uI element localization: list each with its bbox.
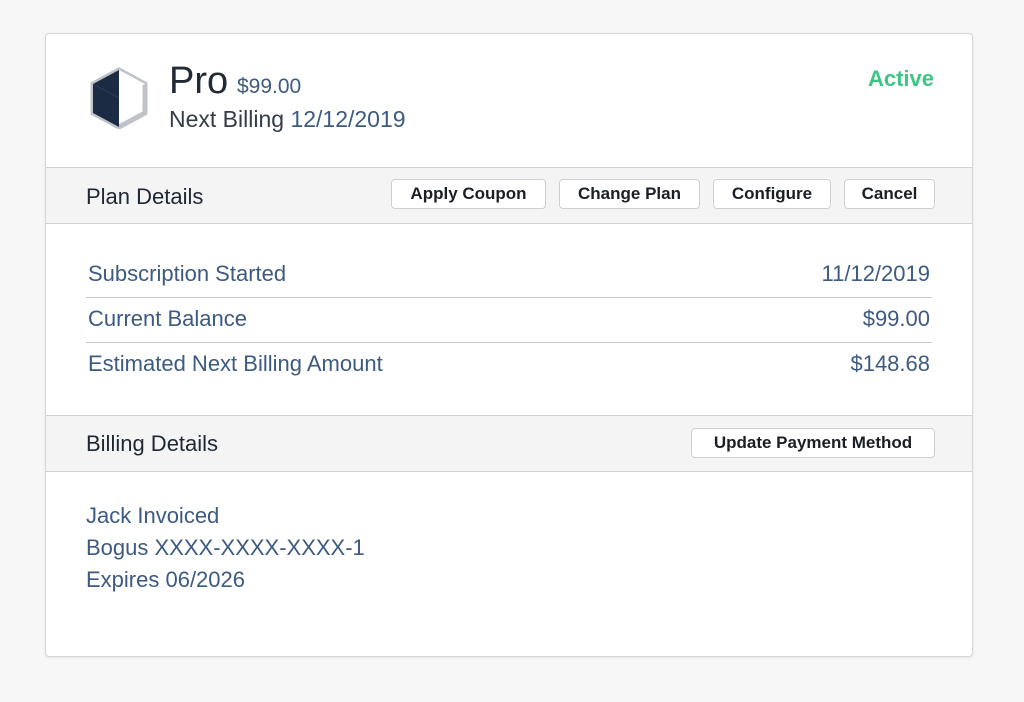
configure-button[interactable]: Configure (713, 179, 831, 209)
status-badge: Active (867, 66, 934, 91)
cube-icon (90, 67, 148, 129)
next-billing-label: Next Billing (169, 106, 285, 132)
detail-row: Estimated Next Billing Amount $148.68 (86, 344, 932, 387)
plan-details-title: Plan Details (86, 184, 204, 209)
detail-value: 11/12/2019 (821, 261, 930, 286)
plan-name: Pro (169, 60, 229, 102)
billing-details-bar: Billing Details Update Payment Method (46, 415, 972, 472)
billing-card: Bogus XXXX-XXXX-XXXX-1 (86, 535, 365, 560)
apply-coupon-button[interactable]: Apply Coupon (391, 179, 546, 209)
detail-label: Current Balance (88, 306, 247, 331)
detail-row: Current Balance $99.00 (86, 299, 932, 343)
next-billing: Next Billing 12/12/2019 (169, 104, 406, 134)
next-billing-date: 12/12/2019 (290, 106, 406, 132)
change-plan-button[interactable]: Change Plan (559, 179, 700, 209)
update-payment-method-button[interactable]: Update Payment Method (691, 428, 935, 458)
detail-value: $148.68 (850, 351, 930, 376)
plan-details-bar: Plan Details Apply Coupon Change Plan Co… (46, 168, 972, 224)
billing-info: Jack Invoiced Bogus XXXX-XXXX-XXXX-1 Exp… (86, 500, 365, 596)
subscription-header: Pro $99.00 Next Billing 12/12/2019 Activ… (46, 34, 972, 168)
plan-details-list: Subscription Started 11/12/2019 Current … (86, 254, 932, 387)
detail-label: Subscription Started (88, 261, 287, 286)
billing-name: Jack Invoiced (86, 503, 220, 528)
cancel-button[interactable]: Cancel (844, 179, 935, 209)
plan-price: $99.00 (237, 75, 302, 98)
detail-row: Subscription Started 11/12/2019 (86, 254, 932, 298)
detail-value: $99.00 (862, 306, 930, 331)
billing-details-title: Billing Details (86, 431, 219, 456)
detail-label: Estimated Next Billing Amount (88, 351, 383, 376)
billing-expiry: Expires 06/2026 (86, 567, 245, 592)
subscription-card: Pro $99.00 Next Billing 12/12/2019 Activ… (45, 33, 973, 657)
